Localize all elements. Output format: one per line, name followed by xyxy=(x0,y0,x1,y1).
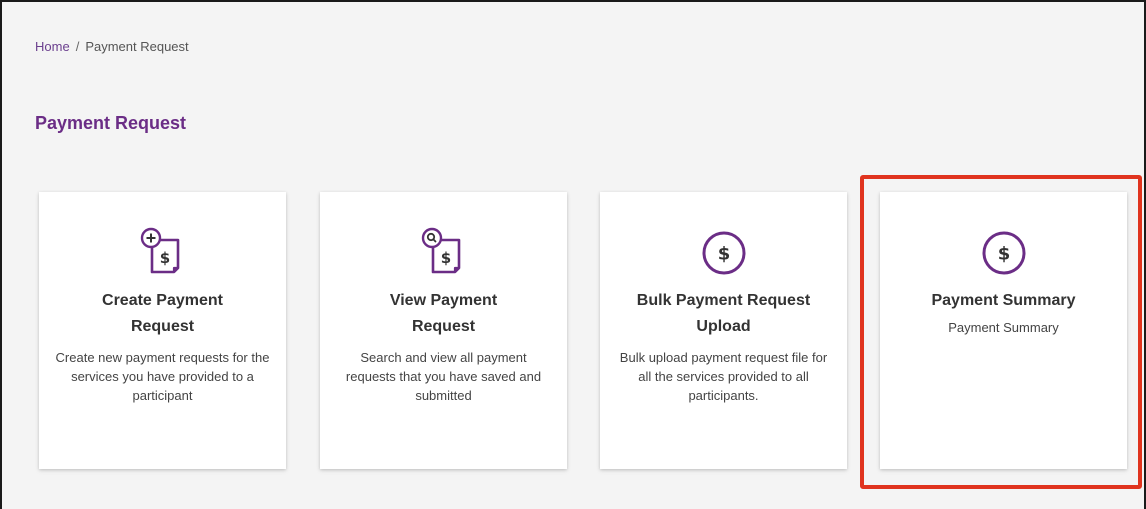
svg-text:$: $ xyxy=(717,244,730,265)
card-title-line2: Upload xyxy=(696,318,751,335)
breadcrumb-current: Payment Request xyxy=(85,39,189,54)
view-payment-request-card[interactable]: $ View Payment Request Search and view a… xyxy=(320,192,567,469)
svg-text:$: $ xyxy=(159,249,169,267)
breadcrumb: Home / Payment Request xyxy=(35,39,189,54)
card-title-line2: Request xyxy=(130,318,195,335)
card-title-line2: Request xyxy=(411,318,476,335)
svg-text:$: $ xyxy=(440,249,450,267)
document-add-dollar-icon: $ xyxy=(53,224,272,282)
payment-summary-card[interactable]: $ Payment Summary Payment Summary xyxy=(880,192,1127,469)
card-description: Create new payment requests for the serv… xyxy=(55,350,270,403)
card-description: Bulk upload payment request file for all… xyxy=(619,350,828,403)
document-search-dollar-icon: $ xyxy=(334,224,553,282)
card-description: Payment Summary xyxy=(948,320,1059,335)
card-title-line1: View Payment xyxy=(389,292,498,309)
dollar-circle-icon: $ xyxy=(894,224,1113,282)
card-description: Search and view all payment requests tha… xyxy=(345,350,542,403)
bulk-payment-request-upload-card[interactable]: $ Bulk Payment Request Upload Bulk uploa… xyxy=(600,192,847,469)
breadcrumb-home-link[interactable]: Home xyxy=(35,39,70,54)
breadcrumb-separator: / xyxy=(75,39,80,54)
dollar-circle-icon: $ xyxy=(614,224,833,282)
card-title-line1: Create Payment xyxy=(102,292,223,309)
card-title-line1: Payment Summary xyxy=(931,292,1076,309)
create-payment-request-card[interactable]: $ Create Payment Request Create new paym… xyxy=(39,192,286,469)
app-frame: Home / Payment Request Payment Request $ C… xyxy=(0,0,1146,509)
card-title-line1: Bulk Payment Request xyxy=(636,292,811,309)
svg-text:$: $ xyxy=(997,244,1010,265)
page-title: Payment Request xyxy=(35,113,187,133)
